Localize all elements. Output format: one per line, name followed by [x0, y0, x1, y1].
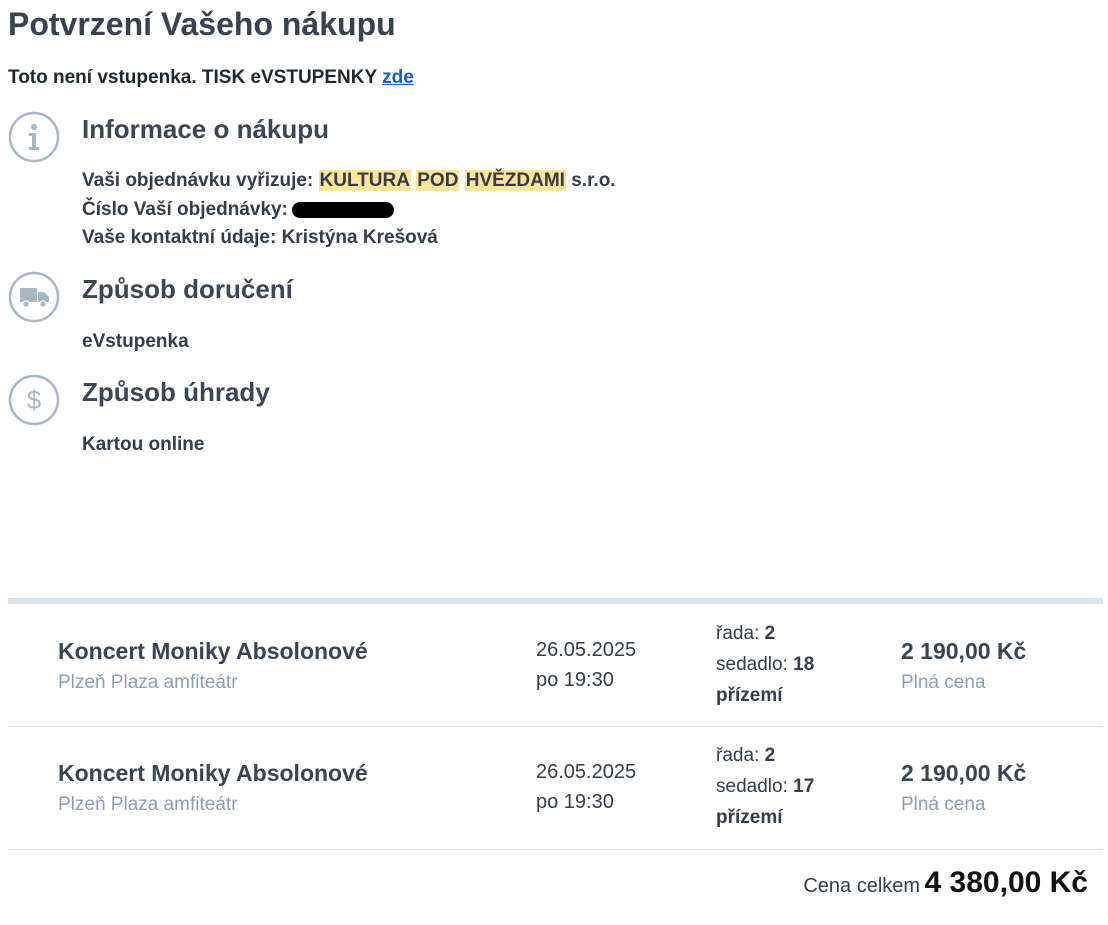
- dollar-icon: $: [8, 374, 60, 426]
- ticket-price: 2 190,00 Kč: [901, 638, 1027, 664]
- row-value: 2: [764, 745, 776, 766]
- seat-info: řada: 2 sedadlo: 17 přízemí: [716, 740, 814, 833]
- order-handler-line: Vaši objednávku vyřizuje: KULTURA POD HV…: [82, 170, 616, 192]
- delivery-title: Způsob doručení: [82, 274, 293, 304]
- total-price: Cena celkem 4 380,00 Kč: [803, 866, 1088, 900]
- event-time: po 19:30: [536, 791, 614, 813]
- event-datetime: 26.05.2025 po 19:30: [536, 757, 636, 817]
- handler-word-1: KULTURA: [318, 170, 411, 191]
- ticket-notice: Toto není vstupenka. TISK eVSTUPENKY zde: [8, 67, 414, 89]
- contact-label: Vaše kontaktní údaje:: [82, 227, 277, 248]
- event-datetime: 26.05.2025 po 19:30: [536, 635, 636, 695]
- seat-value: 18: [793, 654, 815, 675]
- seat-info: řada: 2 sedadlo: 18 přízemí: [716, 618, 814, 711]
- handler-word-3: HVĚZDAMI: [464, 170, 566, 191]
- row-separator: [8, 849, 1103, 850]
- order-number-label: Číslo Vaší objednávky:: [82, 199, 288, 220]
- contact-line: Vaše kontaktní údaje: Kristýna Krešová: [82, 227, 438, 249]
- truck-icon: [8, 271, 60, 323]
- event-time: po 19:30: [536, 669, 614, 691]
- print-ticket-link[interactable]: zde: [382, 67, 414, 88]
- delivery-value: eVstupenka: [82, 331, 189, 352]
- notice-text: Toto není vstupenka. TISK eVSTUPENKY: [8, 67, 377, 88]
- page-title: Potvrzení Vašeho nákupu: [8, 6, 396, 42]
- info-icon: [8, 111, 60, 163]
- handler-word-2: POD: [416, 170, 460, 191]
- seat-label: sedadlo:: [716, 776, 788, 797]
- total-label: Cena celkem: [803, 875, 921, 897]
- section-value: přízemí: [716, 807, 783, 828]
- order-handler-label: Vaši objednávku vyřizuje:: [82, 170, 314, 191]
- section-value: přízemí: [716, 685, 783, 706]
- seat-value: 17: [793, 776, 815, 797]
- event-date: 26.05.2025: [536, 761, 637, 783]
- row-value: 2: [764, 623, 776, 644]
- total-value: 4 380,00 Kč: [924, 866, 1088, 899]
- ticket-price: 2 190,00 Kč: [901, 760, 1027, 786]
- row-label: řada:: [716, 623, 760, 644]
- event-name: Koncert Moniky Absolonové: [58, 760, 368, 786]
- price-type: Plná cena: [901, 672, 986, 693]
- purchase-info-title: Informace o nákupu: [82, 114, 330, 144]
- event-venue: Plzeň Plaza amfiteátr: [58, 672, 238, 693]
- row-label: řada:: [716, 745, 760, 766]
- price-type: Plná cena: [901, 794, 986, 815]
- event-date: 26.05.2025: [536, 639, 637, 661]
- seat-label: sedadlo:: [716, 654, 788, 675]
- payment-value: Kartou online: [82, 434, 205, 455]
- svg-text:$: $: [27, 385, 42, 415]
- event-venue: Plzeň Plaza amfiteátr: [58, 794, 238, 815]
- row-separator: [8, 726, 1103, 727]
- order-number-line: Číslo Vaší objednávky:: [82, 199, 394, 221]
- redacted-order-number: [291, 201, 394, 218]
- tickets-divider: [8, 598, 1103, 604]
- payment-title: Způsob úhrady: [82, 377, 270, 407]
- event-name: Koncert Moniky Absolonové: [58, 638, 368, 664]
- handler-suffix: s.r.o.: [571, 170, 616, 191]
- contact-value: Kristýna Krešová: [281, 227, 438, 248]
